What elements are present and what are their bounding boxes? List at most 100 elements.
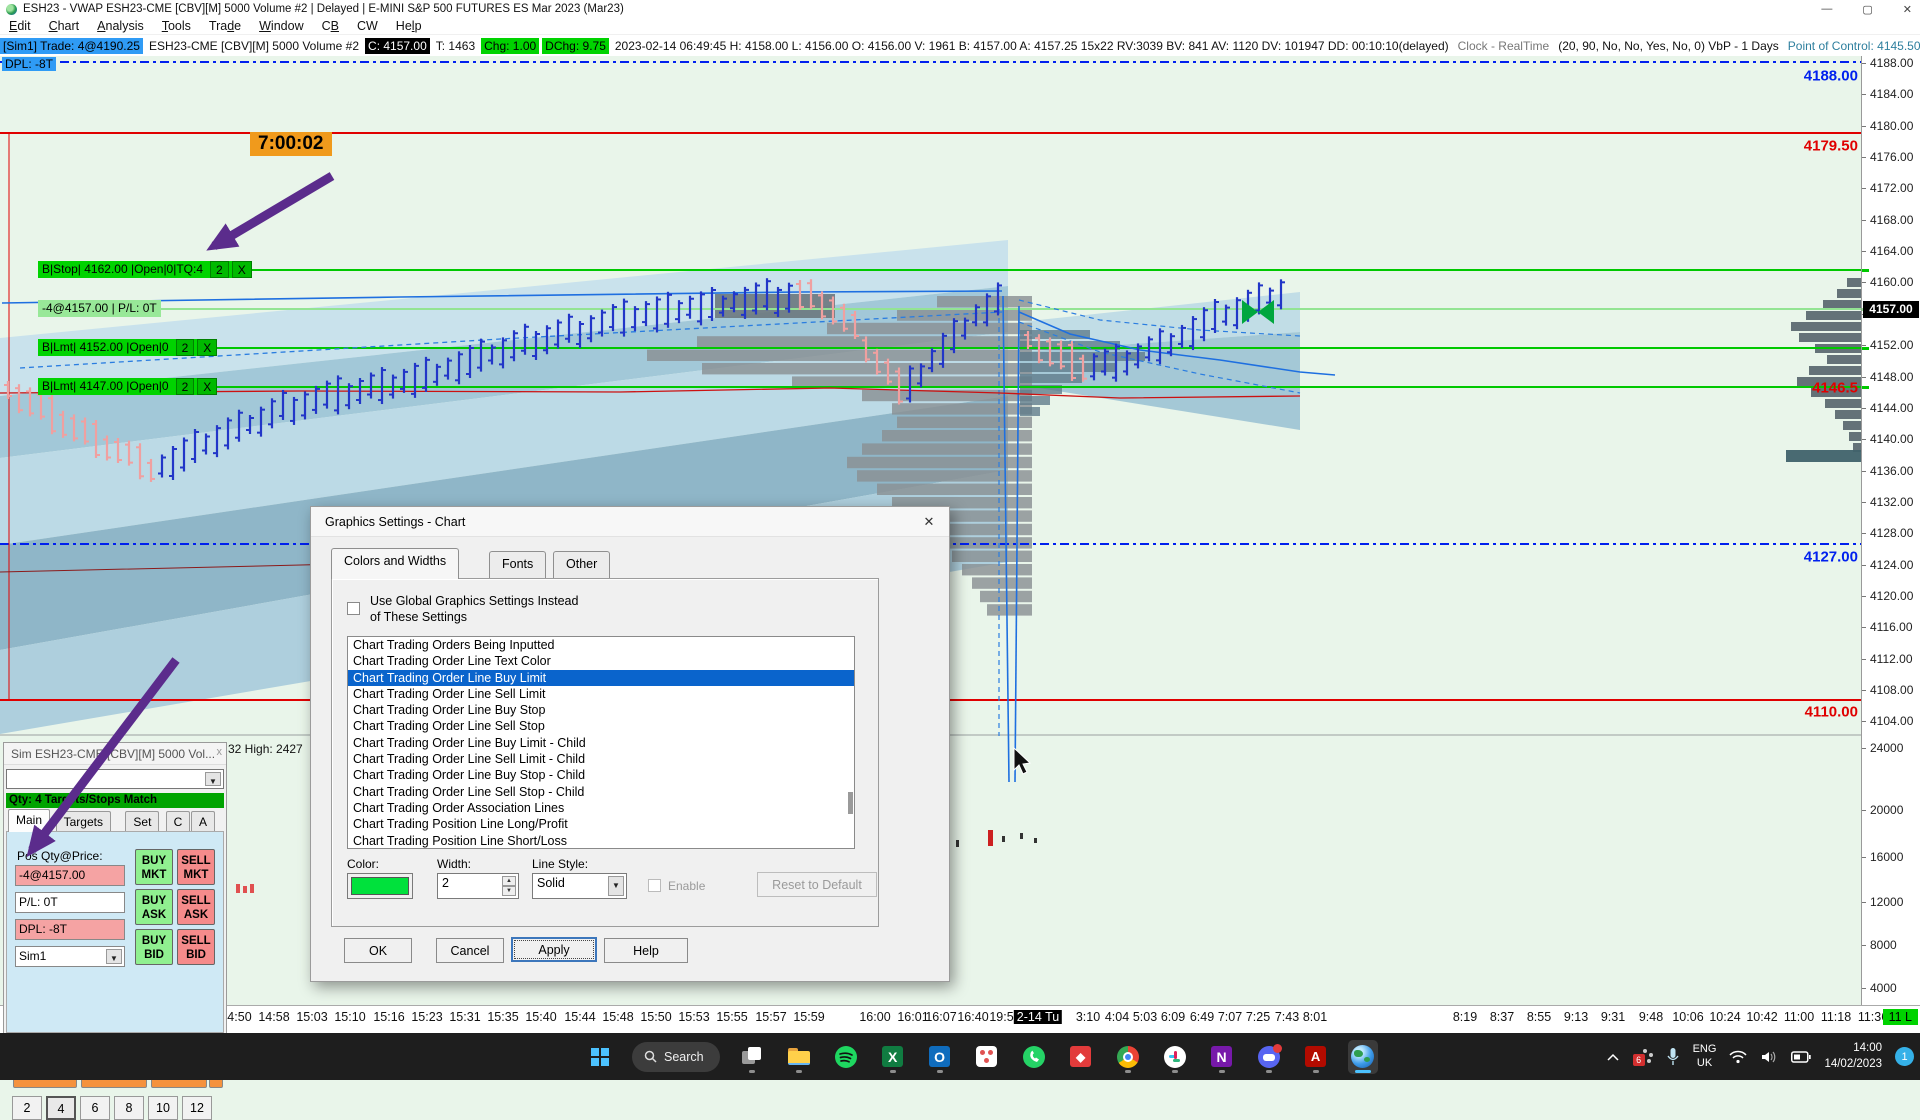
- menu-window[interactable]: Window: [250, 19, 312, 33]
- reset-to-default-button[interactable]: Reset to Default: [757, 872, 877, 897]
- settings-list-item[interactable]: Chart Trading Order Line Buy Stop - Chil…: [348, 767, 854, 783]
- settings-list-item[interactable]: Chart Trading Order Line Text Color: [348, 653, 854, 669]
- order-qty-button[interactable]: 2: [210, 261, 229, 278]
- settings-list-item[interactable]: Chart Trading Order Association Lines: [348, 800, 854, 816]
- minimize-button[interactable]: —: [1821, 3, 1832, 15]
- sell-ask-button[interactable]: SELLASK: [177, 889, 215, 925]
- qty-10-button[interactable]: 10: [148, 1096, 178, 1120]
- enable-checkbox[interactable]: [648, 879, 661, 892]
- speaker-icon[interactable]: [1760, 1050, 1778, 1064]
- taskbar-red-dots-app-icon[interactable]: [972, 1040, 1002, 1074]
- order-close-icon[interactable]: X: [197, 378, 217, 395]
- use-global-settings-checkbox[interactable]: [347, 602, 360, 615]
- battery-icon[interactable]: [1791, 1051, 1811, 1063]
- tab-colors-and-widths[interactable]: Colors and Widths: [331, 548, 459, 579]
- order-close-icon[interactable]: X: [197, 339, 217, 356]
- tray-chevron-up-icon[interactable]: [1606, 1052, 1620, 1062]
- tray-app-icon[interactable]: 6: [1633, 1047, 1653, 1067]
- settings-list-item[interactable]: Chart Trading Order Line Sell Limit - Ch…: [348, 751, 854, 767]
- trade-panel-title[interactable]: Sim ESH23-CME [CBV][M] 5000 Vol...: [4, 743, 226, 765]
- qty-12-button[interactable]: 12: [182, 1096, 212, 1120]
- settings-list-item[interactable]: Chart Trading Order Line Sell Limit: [348, 686, 854, 702]
- settings-list-item[interactable]: Chart Trading Orders Being Inputted: [348, 637, 854, 653]
- settings-list-item[interactable]: Chart Trading Order Line Buy Limit - Chi…: [348, 735, 854, 751]
- qty-2-button[interactable]: 2: [12, 1096, 42, 1120]
- taskbar-start-icon[interactable]: [585, 1040, 615, 1074]
- line-style-select[interactable]: Solid ▼: [532, 873, 627, 899]
- order-line-label[interactable]: B|Lmt| 4147.00 |Open|02X: [38, 378, 217, 395]
- chevron-down-icon[interactable]: ▼: [106, 949, 122, 964]
- taskbar-search[interactable]: Search: [632, 1042, 720, 1072]
- taskbar-discord-icon[interactable]: [1254, 1040, 1284, 1074]
- menu-cb[interactable]: CB: [313, 19, 348, 33]
- menu-tools[interactable]: Tools: [153, 19, 200, 33]
- taskbar-excel-icon[interactable]: X: [878, 1040, 908, 1074]
- wifi-icon[interactable]: [1729, 1050, 1747, 1064]
- notification-badge[interactable]: 1: [1895, 1047, 1914, 1066]
- chevron-down-icon[interactable]: ▼: [205, 772, 221, 786]
- taskbar-clock[interactable]: 14:00 14/02/2023: [1824, 1041, 1882, 1072]
- symbol-combobox[interactable]: ▼: [6, 769, 224, 789]
- maximize-button[interactable]: ▢: [1862, 3, 1872, 16]
- panel-tab-main[interactable]: Main: [8, 809, 50, 832]
- sell-bid-button[interactable]: SELLBID: [177, 929, 215, 965]
- qty-4-button[interactable]: 4: [46, 1096, 76, 1120]
- ok-button[interactable]: OK: [344, 938, 412, 963]
- chart-canvas[interactable]: [0, 0, 1920, 1080]
- tab-other[interactable]: Other: [553, 551, 610, 579]
- time-axis[interactable]: 14:5014:5815:0315:1015:1615:2315:3115:35…: [0, 1005, 1920, 1033]
- dialog-close-icon[interactable]: ✕: [919, 512, 939, 532]
- dialog-title-bar[interactable]: Graphics Settings - Chart ✕: [311, 507, 949, 537]
- taskbar-diamond-app-icon[interactable]: ◆: [1066, 1040, 1096, 1074]
- taskbar-file-explorer-icon[interactable]: [784, 1040, 814, 1074]
- menu-edit[interactable]: Edit: [0, 19, 40, 33]
- order-qty-button[interactable]: 2: [176, 378, 195, 395]
- microphone-icon[interactable]: [1666, 1047, 1680, 1067]
- panel-tab-targets[interactable]: Targets: [56, 811, 111, 832]
- order-line-label[interactable]: B|Lmt| 4152.00 |Open|02X: [38, 339, 217, 356]
- taskbar-onenote-icon[interactable]: N: [1207, 1040, 1237, 1074]
- panel-tab-set[interactable]: Set: [125, 811, 159, 832]
- settings-list-item[interactable]: Chart Trading Order Line Buy Limit: [348, 670, 854, 686]
- taskbar-chrome-icon[interactable]: [1113, 1040, 1143, 1074]
- listbox-scrollbar[interactable]: [848, 792, 853, 814]
- taskbar-slack-icon[interactable]: [1160, 1040, 1190, 1074]
- taskbar-outlook-icon[interactable]: O: [925, 1040, 955, 1074]
- qty-6-button[interactable]: 6: [80, 1096, 110, 1120]
- menu-analysis[interactable]: Analysis: [88, 19, 153, 33]
- taskbar-whatsapp-icon[interactable]: [1019, 1040, 1049, 1074]
- width-stepper[interactable]: 2 ▲▼: [437, 873, 519, 899]
- account-select[interactable]: Sim1 ▼: [15, 946, 125, 967]
- menu-trade[interactable]: Trade: [200, 19, 250, 33]
- taskbar-task-view-icon[interactable]: [737, 1040, 767, 1074]
- buy-bid-button[interactable]: BUYBID: [135, 929, 173, 965]
- taskbar-acrobat-icon[interactable]: A: [1301, 1040, 1331, 1074]
- close-button[interactable]: ✕: [1903, 3, 1912, 16]
- settings-list-item[interactable]: Chart Trading Order Line Sell Stop - Chi…: [348, 784, 854, 800]
- apply-button[interactable]: Apply: [511, 937, 597, 962]
- stepper-up-icon[interactable]: ▲: [502, 876, 516, 886]
- qty-8-button[interactable]: 8: [114, 1096, 144, 1120]
- taskbar-sierra-chart-icon[interactable]: [1348, 1040, 1378, 1074]
- menu-help[interactable]: Help: [387, 19, 431, 33]
- chevron-down-icon[interactable]: ▼: [608, 876, 624, 896]
- settings-listbox[interactable]: Chart Trading Orders Being InputtedChart…: [347, 636, 855, 849]
- language-indicator[interactable]: ENG UK: [1693, 1043, 1717, 1069]
- stepper-down-icon[interactable]: ▼: [502, 886, 516, 896]
- order-close-icon[interactable]: X: [232, 261, 252, 278]
- order-qty-button[interactable]: 2: [176, 339, 195, 356]
- color-swatch-button[interactable]: [347, 873, 413, 899]
- buy-ask-button[interactable]: BUYASK: [135, 889, 173, 925]
- settings-list-item[interactable]: Chart Trading Position Line Long/Profit: [348, 816, 854, 832]
- menu-chart[interactable]: Chart: [40, 19, 89, 33]
- price-scale[interactable]: 4188.004184.004180.004176.004172.004168.…: [1861, 56, 1920, 1005]
- tab-fonts[interactable]: Fonts: [489, 551, 546, 579]
- settings-list-item[interactable]: Chart Trading Order Line Sell Stop: [348, 718, 854, 734]
- panel-tab-c[interactable]: C: [166, 811, 191, 832]
- settings-list-item[interactable]: Chart Trading Position Line Short/Loss: [348, 833, 854, 849]
- order-line-label[interactable]: -4@4157.00 | P/L: 0T: [38, 300, 161, 317]
- sell-mkt-button[interactable]: SELLMKT: [177, 849, 215, 885]
- taskbar-spotify-icon[interactable]: [831, 1040, 861, 1074]
- settings-list-item[interactable]: Chart Trading Order Line Buy Stop: [348, 702, 854, 718]
- trade-panel-close-icon[interactable]: x: [217, 746, 223, 758]
